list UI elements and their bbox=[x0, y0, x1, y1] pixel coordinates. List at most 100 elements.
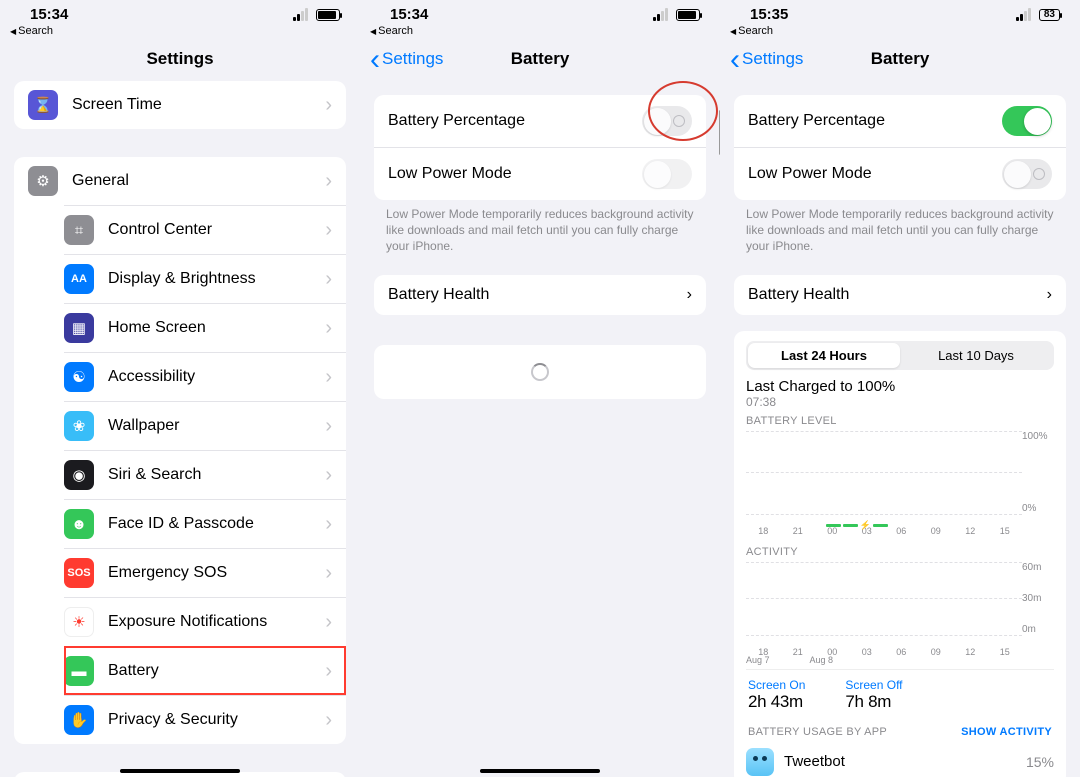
seg-last-24h[interactable]: Last 24 Hours bbox=[748, 343, 900, 368]
spinner-icon bbox=[531, 363, 549, 381]
chevron-right-icon: › bbox=[325, 709, 332, 732]
chevron-right-icon: › bbox=[325, 464, 332, 487]
battery-health-group: Battery Health › bbox=[734, 275, 1066, 315]
app-usage-row[interactable]: Tweetbot 15% bbox=[746, 744, 1054, 777]
toggle-low-power-mode[interactable] bbox=[1002, 159, 1052, 189]
label: Battery Percentage bbox=[748, 112, 885, 130]
chevron-right-icon: › bbox=[325, 317, 332, 340]
emergency-sos-icon: SOS bbox=[64, 558, 94, 588]
row-label: General bbox=[72, 172, 325, 190]
row-label: Wallpaper bbox=[108, 417, 325, 435]
screen-on-value: 2h 43m bbox=[748, 692, 805, 712]
row-label: Display & Brightness bbox=[108, 270, 325, 288]
settings-row-face-id-passcode[interactable]: ☻Face ID & Passcode› bbox=[64, 499, 346, 548]
page-title: Settings bbox=[146, 49, 213, 69]
row-label: Exposure Notifications bbox=[108, 613, 325, 631]
general-icon: ⚙ bbox=[28, 166, 58, 196]
settings-row-emergency-sos[interactable]: SOSEmergency SOS› bbox=[64, 548, 346, 597]
exposure-notifications-icon: ☀ bbox=[64, 607, 94, 637]
toggle-battery-percentage[interactable] bbox=[1002, 106, 1052, 136]
app-icon bbox=[746, 748, 774, 776]
back-button[interactable]: Settings bbox=[730, 49, 803, 69]
activity-heading: ACTIVITY bbox=[746, 546, 1054, 558]
settings-group: ⌛ Screen Time› bbox=[14, 81, 346, 129]
activity-chart: 60m30m0m bbox=[746, 562, 1054, 647]
row-label: Emergency SOS bbox=[108, 564, 325, 582]
seg-last-10d[interactable]: Last 10 Days bbox=[900, 343, 1052, 368]
screen-battery-on: 15:35 83 Search Settings Battery Battery… bbox=[720, 0, 1080, 777]
row-label: Battery bbox=[108, 662, 325, 680]
row-battery-health[interactable]: Battery Health › bbox=[734, 275, 1066, 315]
privacy-security-icon: ✋ bbox=[64, 705, 94, 735]
row-label: Face ID & Passcode bbox=[108, 515, 325, 533]
row-battery-percentage[interactable]: Battery Percentage bbox=[734, 95, 1066, 147]
settings-row-battery[interactable]: ▬Battery› bbox=[64, 646, 346, 695]
chevron-right-icon: › bbox=[325, 170, 332, 193]
wallpaper-icon: ❀ bbox=[64, 411, 94, 441]
home-indicator[interactable] bbox=[120, 769, 240, 773]
show-activity-button[interactable]: SHOW ACTIVITY bbox=[961, 726, 1052, 738]
screen-settings: 15:34 Search Settings ⌛Screen Time› ⚙Gen… bbox=[0, 0, 360, 777]
back-to-search[interactable]: Search bbox=[360, 25, 720, 41]
charging-indicator: ⚡ bbox=[826, 524, 888, 528]
chevron-right-icon: › bbox=[325, 513, 332, 536]
date-labels: Aug 7Aug 8 bbox=[746, 655, 1054, 665]
battery-usage-card: Last 24 Hours Last 10 Days Last Charged … bbox=[734, 331, 1066, 777]
chevron-right-icon: › bbox=[325, 611, 332, 634]
label: Low Power Mode bbox=[748, 165, 872, 183]
low-power-note: Low Power Mode temporarily reduces backg… bbox=[720, 200, 1080, 255]
row-low-power-mode[interactable]: Low Power Mode bbox=[374, 147, 706, 200]
label: Low Power Mode bbox=[388, 165, 512, 183]
battery-health-group: Battery Health › bbox=[374, 275, 706, 315]
cellular-icon bbox=[1016, 8, 1031, 21]
row-low-power-mode[interactable]: Low Power Mode bbox=[734, 147, 1066, 200]
accessibility-icon: ☯ bbox=[64, 362, 94, 392]
segmented-time-range[interactable]: Last 24 Hours Last 10 Days bbox=[746, 341, 1054, 370]
toggle-battery-percentage[interactable] bbox=[642, 106, 692, 136]
usage-by-app-heading: BATTERY USAGE BY APP bbox=[748, 726, 887, 738]
app-usage-pct: 15% bbox=[1026, 754, 1054, 770]
low-power-note: Low Power Mode temporarily reduces backg… bbox=[360, 200, 720, 255]
chevron-right-icon: › bbox=[325, 415, 332, 438]
settings-row-accessibility[interactable]: ☯Accessibility› bbox=[64, 352, 346, 401]
battery-level-heading: BATTERY LEVEL bbox=[746, 415, 1054, 427]
battery-level-chart: 100%0% ⚡ bbox=[746, 431, 1054, 526]
chevron-right-icon: › bbox=[687, 286, 692, 304]
nav-bar: Settings Battery bbox=[360, 41, 720, 77]
row-battery-percentage[interactable]: Battery Percentage bbox=[374, 95, 706, 147]
chevron-right-icon: › bbox=[325, 268, 332, 291]
screen-time-summary: Screen On2h 43m Screen Off7h 8m bbox=[746, 669, 1054, 722]
screen-on-label: Screen On bbox=[748, 678, 805, 692]
app-name: Tweetbot bbox=[784, 753, 845, 770]
settings-row-wallpaper[interactable]: ❀ Wallpaper› bbox=[64, 401, 346, 450]
screen-off-label: Screen Off bbox=[845, 678, 902, 692]
row-label: Screen Time bbox=[72, 96, 325, 114]
display-brightness-icon: AA bbox=[64, 264, 94, 294]
back-to-search[interactable]: Search bbox=[0, 25, 360, 41]
x-axis-ticks: 1821000306091215 bbox=[746, 526, 1054, 536]
battery-toggles-group: Battery Percentage Low Power Mode bbox=[734, 95, 1066, 200]
battery-icon: ▬ bbox=[64, 656, 94, 686]
row-battery-health[interactable]: Battery Health › bbox=[374, 275, 706, 315]
home-indicator[interactable] bbox=[480, 769, 600, 773]
back-button[interactable]: Settings bbox=[370, 49, 443, 69]
settings-row-general[interactable]: ⚙ General› bbox=[14, 157, 346, 205]
settings-row-privacy-security[interactable]: ✋Privacy & Security› bbox=[64, 695, 346, 744]
settings-row-screen-time[interactable]: ⌛ Screen Time› bbox=[14, 81, 346, 129]
settings-row-exposure-notifications[interactable]: ☀ Exposure Notifications› bbox=[64, 597, 346, 646]
screen-time-icon: ⌛ bbox=[28, 90, 58, 120]
home-screen-icon: ▦ bbox=[64, 313, 94, 343]
settings-row-display-brightness[interactable]: AA Display & Brightness› bbox=[64, 254, 346, 303]
status-time: 15:34 bbox=[30, 6, 68, 23]
back-to-search[interactable]: Search bbox=[720, 25, 1080, 41]
settings-group: ⚙General›⌗Control Center›AADisplay & Bri… bbox=[14, 157, 346, 744]
siri-search-icon: ◉ bbox=[64, 460, 94, 490]
settings-row-siri-search[interactable]: ◉Siri & Search› bbox=[64, 450, 346, 499]
status-time: 15:35 bbox=[750, 6, 788, 23]
toggle-low-power-mode[interactable] bbox=[642, 159, 692, 189]
settings-row-home-screen[interactable]: ▦Home Screen› bbox=[64, 303, 346, 352]
status-bar: 15:34 bbox=[360, 0, 720, 25]
chevron-right-icon: › bbox=[1047, 286, 1052, 304]
settings-row-control-center[interactable]: ⌗Control Center› bbox=[64, 205, 346, 254]
chevron-right-icon: › bbox=[325, 94, 332, 117]
